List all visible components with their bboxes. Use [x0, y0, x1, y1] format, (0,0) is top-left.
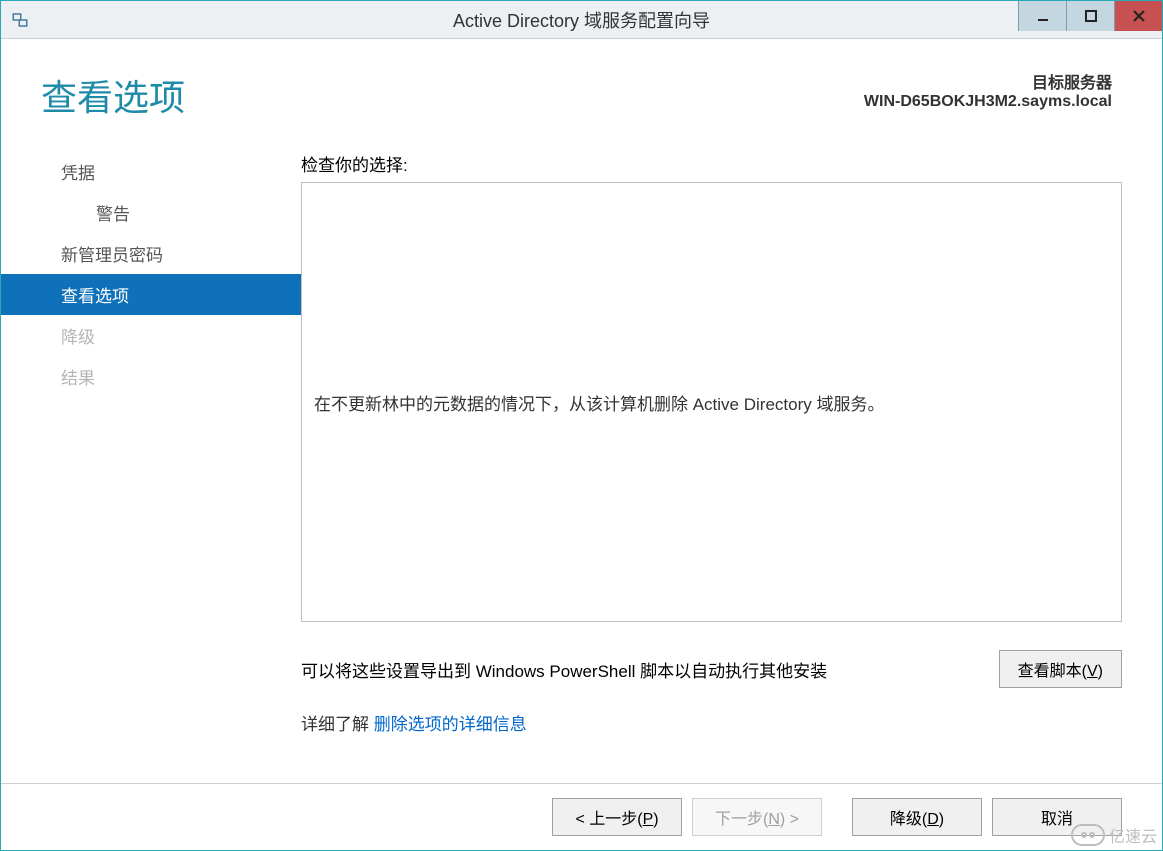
window-title: Active Directory 域服务配置向导: [1, 7, 1162, 33]
sidebar-item-results: 结果: [1, 356, 301, 397]
target-server-name: WIN-D65BOKJH3M2.sayms.local: [864, 93, 1112, 111]
close-button[interactable]: [1114, 1, 1162, 31]
wizard-sidebar: 凭据 警告 新管理员密码 查看选项 降级 结果: [1, 131, 301, 783]
maximize-icon: [1084, 9, 1098, 23]
export-description: 可以将这些设置导出到 Windows PowerShell 脚本以自动执行其他安…: [301, 657, 999, 682]
sidebar-item-demotion: 降级: [1, 315, 301, 356]
previous-button[interactable]: < 上一步(P): [552, 798, 682, 836]
wizard-window: Active Directory 域服务配置向导 查看选项 目标服务器 WIN-…: [0, 0, 1163, 851]
sidebar-item-admin-password[interactable]: 新管理员密码: [1, 233, 301, 274]
sidebar-item-review-options[interactable]: 查看选项: [1, 274, 301, 315]
target-server-block: 目标服务器 WIN-D65BOKJH3M2.sayms.local: [864, 69, 1112, 111]
next-button-label: 下一步(N) >: [715, 811, 799, 828]
main-panel: 检查你的选择: 在不更新林中的元数据的情况下，从该计算机删除 Active Di…: [301, 131, 1122, 783]
cancel-button[interactable]: 取消: [992, 798, 1122, 836]
page-title: 查看选项: [41, 69, 864, 121]
window-buttons: [1018, 1, 1162, 38]
app-icon: [11, 11, 29, 29]
sidebar-item-credentials[interactable]: 凭据: [1, 151, 301, 192]
minimize-button[interactable]: [1018, 1, 1066, 31]
close-icon: [1132, 9, 1146, 23]
export-row: 可以将这些设置导出到 Windows PowerShell 脚本以自动执行其他安…: [301, 650, 1122, 688]
view-script-button-label: 查看脚本(V): [1018, 663, 1103, 680]
minimize-icon: [1036, 9, 1050, 23]
next-button: 下一步(N) >: [692, 798, 822, 836]
content-area: 查看选项 目标服务器 WIN-D65BOKJH3M2.sayms.local 凭…: [1, 39, 1162, 850]
target-server-label: 目标服务器: [864, 69, 1112, 93]
demote-button[interactable]: 降级(D): [852, 798, 982, 836]
body-row: 凭据 警告 新管理员密码 查看选项 降级 结果 检查你的选择: 在不更新林中的元…: [1, 131, 1162, 783]
review-text: 在不更新林中的元数据的情况下，从该计算机删除 Active Directory …: [314, 390, 1109, 415]
learn-more-row: 详细了解 删除选项的详细信息: [301, 710, 1122, 735]
titlebar: Active Directory 域服务配置向导: [1, 1, 1162, 39]
previous-button-label: < 上一步(P): [575, 811, 658, 828]
learn-more-prefix: 详细了解: [301, 715, 374, 734]
maximize-button[interactable]: [1066, 1, 1114, 31]
view-script-button[interactable]: 查看脚本(V): [999, 650, 1122, 688]
wizard-footer: < 上一步(P) 下一步(N) > 降级(D) 取消: [1, 783, 1162, 850]
review-label: 检查你的选择:: [301, 151, 1122, 176]
sidebar-item-warning[interactable]: 警告: [1, 192, 301, 233]
learn-more-link[interactable]: 删除选项的详细信息: [374, 715, 527, 734]
header-row: 查看选项 目标服务器 WIN-D65BOKJH3M2.sayms.local: [1, 39, 1162, 131]
demote-button-label: 降级(D): [890, 811, 944, 828]
review-selections-box: 在不更新林中的元数据的情况下，从该计算机删除 Active Directory …: [301, 182, 1122, 622]
